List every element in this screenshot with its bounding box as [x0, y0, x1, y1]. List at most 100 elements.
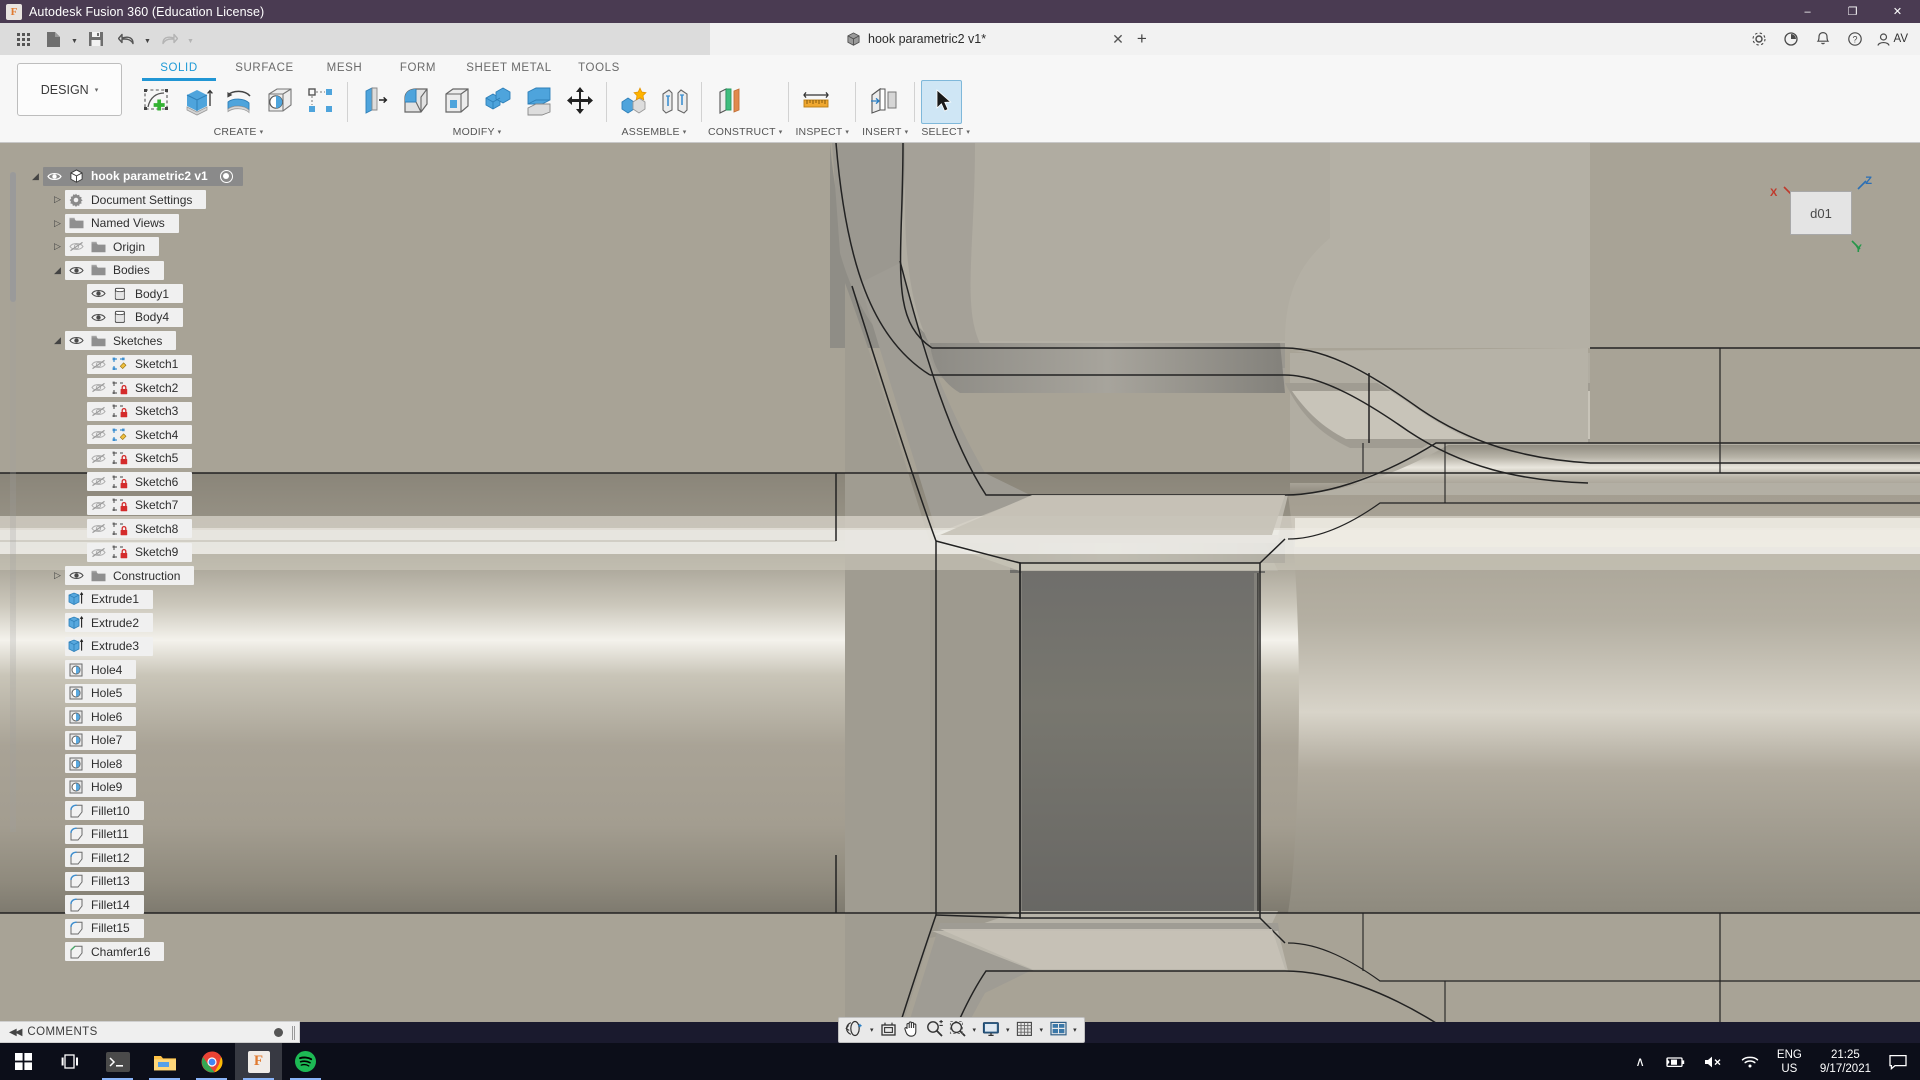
tree-item-chip[interactable]: Sketch6 [87, 472, 193, 491]
display-settings-button[interactable] [980, 1019, 1002, 1041]
offset-plane-button[interactable] [708, 80, 749, 124]
measure-button[interactable] [795, 80, 836, 124]
tree-item-chip[interactable]: Sketch9 [87, 542, 193, 562]
ribbon-group-label-assemble[interactable]: ASSEMBLE ▾ [613, 124, 695, 140]
tree-item-bodies[interactable]: ◢ Bodies [50, 260, 164, 280]
expand-triangle-icon[interactable]: ◢ [50, 265, 65, 276]
comments-resize-grip[interactable] [292, 1026, 295, 1040]
tree-item-fillet13[interactable]: Fillet13 [50, 871, 144, 891]
pan-button[interactable] [901, 1019, 923, 1041]
collapse-triangle-icon[interactable]: ▷ [50, 241, 65, 252]
tree-item-chip[interactable]: Extrude1 [65, 589, 154, 609]
visibility-eye-icon[interactable] [87, 312, 109, 323]
new-file-button[interactable] [38, 25, 68, 53]
insert-derive-button[interactable] [862, 80, 903, 124]
tree-item-chip[interactable]: Hole9 [65, 777, 137, 797]
tree-item-fillet12[interactable]: Fillet12 [50, 848, 144, 868]
grid-snaps-button[interactable] [1014, 1019, 1036, 1041]
tree-item-chip[interactable]: hook parametric2 v1 [43, 166, 243, 186]
tree-item-hole5[interactable]: Hole5 [50, 683, 137, 703]
visibility-eye-hidden-icon[interactable] [87, 406, 109, 417]
save-button[interactable] [81, 25, 111, 53]
expand-triangle-icon[interactable]: ◢ [28, 171, 43, 182]
visibility-eye-hidden-icon[interactable] [87, 429, 109, 440]
tree-item-sketch8[interactable]: Sketch8 [72, 519, 193, 539]
tree-item-fillet14[interactable]: Fillet14 [50, 895, 144, 915]
tree-item-chip[interactable]: Origin [65, 237, 160, 256]
tree-item-chip[interactable]: Document Settings [65, 190, 207, 209]
tree-item-hole7[interactable]: Hole7 [50, 730, 137, 750]
tree-item-chip[interactable]: Sketch8 [87, 519, 193, 538]
tray-expand-chevron-icon[interactable]: ∧ [1626, 1043, 1654, 1080]
tree-item-chip[interactable]: Body1 [87, 284, 184, 303]
tree-item-chamfer16[interactable]: Chamfer16 [50, 942, 165, 962]
visibility-eye-hidden-icon[interactable] [87, 476, 109, 487]
clock[interactable]: 21:25 9/17/2021 [1811, 1043, 1880, 1080]
comments-options-icon[interactable] [274, 1028, 283, 1037]
help-icon[interactable]: ? [1840, 25, 1870, 53]
tree-item-chip[interactable]: Hole7 [65, 730, 137, 750]
tree-item-chip[interactable]: Fillet14 [65, 895, 144, 914]
view-cube-face[interactable]: d01 [1790, 191, 1852, 235]
visibility-eye-hidden-icon[interactable] [87, 547, 109, 558]
ribbon-tab-surface[interactable]: SURFACE [222, 57, 307, 78]
view-cube[interactable]: X Z Y d01 [1770, 165, 1878, 273]
tree-item-sketch7[interactable]: Sketch7 [72, 495, 193, 515]
chevron-down-icon[interactable]: ▾ [1003, 1026, 1013, 1034]
activate-component-radio[interactable] [219, 169, 233, 183]
tree-item-sketch2[interactable]: Sketch2 [72, 378, 193, 398]
tree-item-chip[interactable]: Sketch2 [87, 378, 193, 397]
create-sketch-button[interactable] [136, 80, 177, 124]
tree-item-chip[interactable]: Fillet10 [65, 801, 144, 820]
tree-item-fillet10[interactable]: Fillet10 [50, 801, 144, 821]
tree-item-chip[interactable]: Named Views [65, 213, 179, 233]
pattern-button[interactable] [300, 80, 341, 124]
comments-collapse-icon[interactable]: ◀◀ [9, 1027, 22, 1038]
task-view-button[interactable] [47, 1043, 94, 1080]
tree-item-body4[interactable]: Body4 [72, 307, 184, 327]
ribbon-group-label-inspect[interactable]: INSPECT ▾ [795, 124, 849, 140]
move-copy-button[interactable] [559, 80, 600, 124]
job-status-icon[interactable] [1776, 25, 1806, 53]
tree-item-hole8[interactable]: Hole8 [50, 754, 137, 774]
zoom-button[interactable] [924, 1019, 946, 1041]
tree-item-extrude1[interactable]: Extrude1 [50, 589, 154, 609]
tree-item-named-views[interactable]: ▷ Named Views [50, 213, 179, 233]
tree-item-chip[interactable]: Sketch4 [87, 425, 193, 444]
orbit-button[interactable] [843, 1019, 866, 1041]
extrude-button[interactable] [177, 80, 218, 124]
tree-item-chip[interactable]: Extrude2 [65, 613, 154, 632]
file-explorer-button[interactable] [141, 1043, 188, 1080]
tree-item-hole9[interactable]: Hole9 [50, 777, 137, 797]
document-tab-close[interactable]: ✕ [1106, 31, 1130, 48]
ribbon-tab-mesh[interactable]: MESH [307, 57, 382, 78]
tree-item-chip[interactable]: Sketch5 [87, 448, 193, 468]
user-avatar[interactable]: AV [1872, 32, 1913, 47]
volume-muted-icon[interactable] [1694, 1043, 1732, 1080]
action-center-icon[interactable] [1880, 1043, 1916, 1080]
tree-item-fillet11[interactable]: Fillet11 [50, 824, 143, 844]
visibility-eye-icon[interactable] [65, 335, 87, 346]
collapse-triangle-icon[interactable]: ▷ [50, 218, 65, 229]
visibility-eye-hidden-icon[interactable] [87, 453, 109, 464]
start-button[interactable] [0, 1043, 47, 1080]
tree-item-chip[interactable]: Bodies [65, 260, 164, 280]
tree-item-sketch5[interactable]: Sketch5 [72, 448, 193, 468]
combine-button[interactable] [477, 80, 518, 124]
workspace-switcher-button[interactable]: DESIGN ▾ [17, 63, 122, 116]
tree-item-body1[interactable]: Body1 [72, 284, 184, 304]
chevron-down-icon[interactable]: ▾ [1070, 1026, 1080, 1034]
visibility-eye-hidden-icon[interactable] [87, 523, 109, 534]
revolve-button[interactable] [218, 80, 259, 124]
tree-item-chip[interactable]: Chamfer16 [65, 942, 165, 961]
language-indicator[interactable]: ENG US [1768, 1043, 1811, 1080]
tree-item-chip[interactable]: Hole5 [65, 683, 137, 703]
minimize-button[interactable]: – [1785, 0, 1830, 23]
document-tab[interactable]: hook parametric2 v1* [846, 32, 986, 46]
fit-button[interactable] [947, 1019, 969, 1041]
tree-item-origin[interactable]: ▷ Origin [50, 237, 160, 257]
tree-item-hole6[interactable]: Hole6 [50, 707, 137, 727]
tree-item-chip[interactable]: Hole4 [65, 660, 137, 679]
tree-item-hole4[interactable]: Hole4 [50, 660, 137, 680]
maximize-button[interactable]: ❐ [1830, 0, 1875, 23]
